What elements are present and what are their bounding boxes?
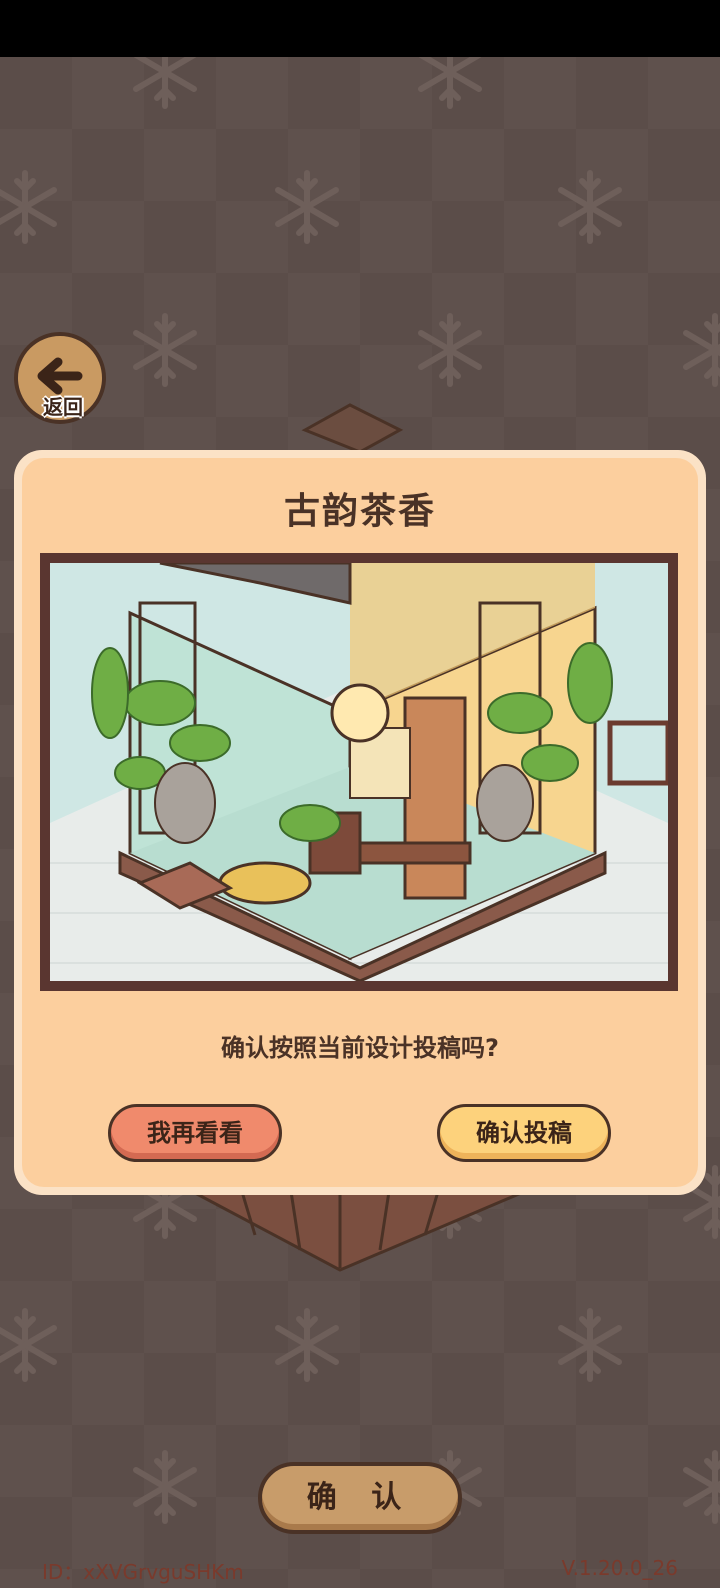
back-button-label[interactable]: 返回: [34, 393, 92, 421]
user-id-label: ID：xXVGrvguSHKm: [42, 1560, 244, 1584]
confirm-button[interactable]: 确 认: [258, 1462, 462, 1534]
confirm-question: 确认按照当前设计投稿吗?: [221, 1034, 499, 1062]
submit-button[interactable]: 确认投稿: [437, 1104, 611, 1162]
design-preview-image: [40, 553, 678, 991]
version-label: V.1.20.0_26: [561, 1556, 678, 1580]
cancel-button[interactable]: 我再看看: [108, 1104, 282, 1162]
dialog-title: 古韵茶香: [283, 491, 436, 532]
